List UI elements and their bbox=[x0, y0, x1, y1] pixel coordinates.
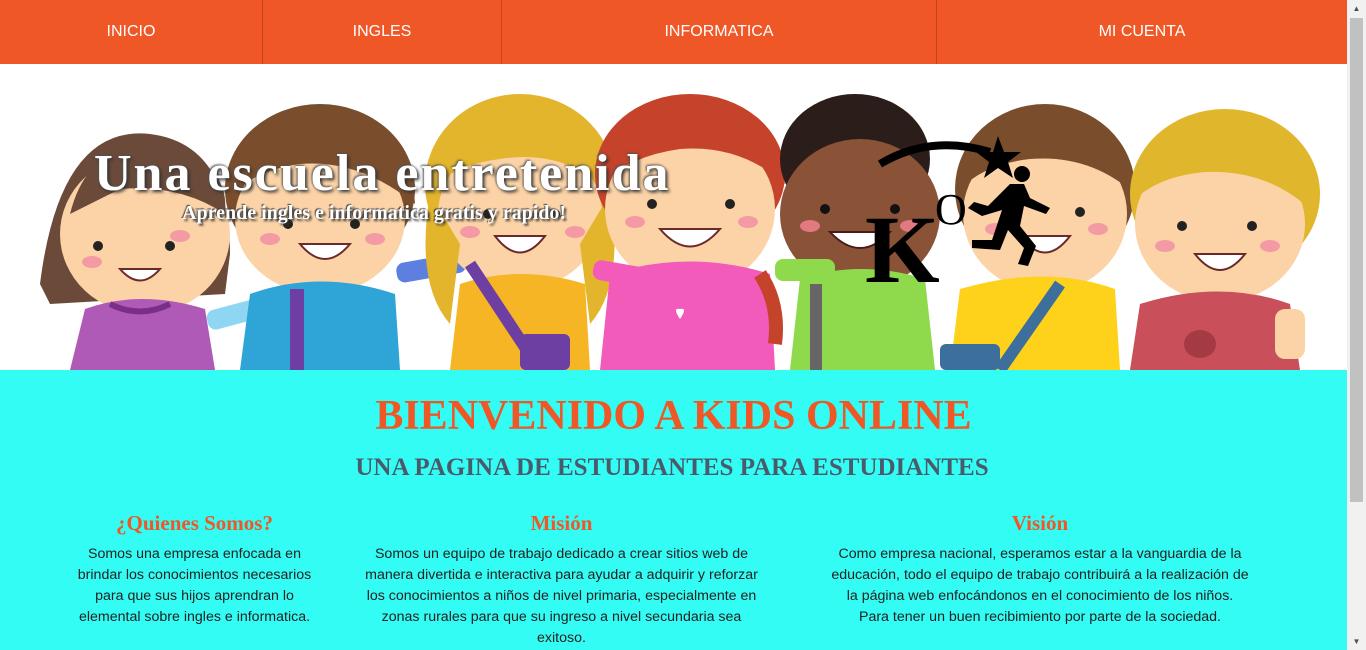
hero-title: Una escuela entretenida bbox=[94, 145, 671, 202]
vision-heading: Visión bbox=[1011, 511, 1069, 535]
nav-item-mi-cuenta[interactable]: MI CUENTA bbox=[936, 0, 1347, 64]
mission-heading: Misión bbox=[530, 511, 593, 535]
svg-text:K: K bbox=[865, 196, 940, 303]
logo-letter-o: O bbox=[935, 185, 967, 234]
welcome-heading: BIENVENIDO A KIDS ONLINE bbox=[375, 393, 972, 439]
main-content: BIENVENIDO A KIDS ONLINE UNA PAGINA DE E… bbox=[0, 370, 1347, 650]
about-heading: ¿Quienes Somos? bbox=[116, 511, 273, 535]
mission-section: Misión Somos un equipo de trabajo dedica… bbox=[360, 511, 763, 649]
top-nav: INICIO INGLES INFORMATICA MI CUENTA bbox=[0, 0, 1347, 64]
scroll-thumb[interactable] bbox=[1350, 18, 1363, 502]
tagline: UNA PAGINA DE ESTUDIANTES PARA ESTUDIANT… bbox=[355, 454, 989, 481]
nav-item-informatica[interactable]: INFORMATICA bbox=[501, 0, 936, 64]
kid-illustration bbox=[1130, 109, 1320, 370]
vision-section: Visión Como empresa nacional, esperamos … bbox=[830, 511, 1250, 628]
kid-illustration bbox=[425, 94, 615, 370]
vision-text: Como empresa nacional, esperamos estar a… bbox=[831, 546, 1249, 625]
scroll-down-icon[interactable]: ▼ bbox=[1347, 633, 1366, 650]
scroll-up-icon[interactable]: ▲ bbox=[1347, 0, 1366, 17]
nav-item-inicio[interactable]: INICIO bbox=[0, 0, 262, 64]
kid-illustration bbox=[592, 94, 785, 370]
about-section: ¿Quienes Somos? Somos una empresa enfoca… bbox=[72, 511, 317, 628]
hero-subtitle: Aprende ingles e informatica gratis y ra… bbox=[182, 202, 567, 224]
hero-banner: K O Una escuela entretenida Aprende ingl… bbox=[0, 64, 1347, 370]
vertical-scrollbar[interactable]: ▲ ▼ bbox=[1347, 0, 1366, 650]
mission-text: Somos un equipo de trabajo dedicado a cr… bbox=[365, 546, 758, 646]
nav-item-ingles[interactable]: INGLES bbox=[262, 0, 501, 64]
about-text: Somos una empresa enfocada en brindar lo… bbox=[77, 546, 312, 625]
